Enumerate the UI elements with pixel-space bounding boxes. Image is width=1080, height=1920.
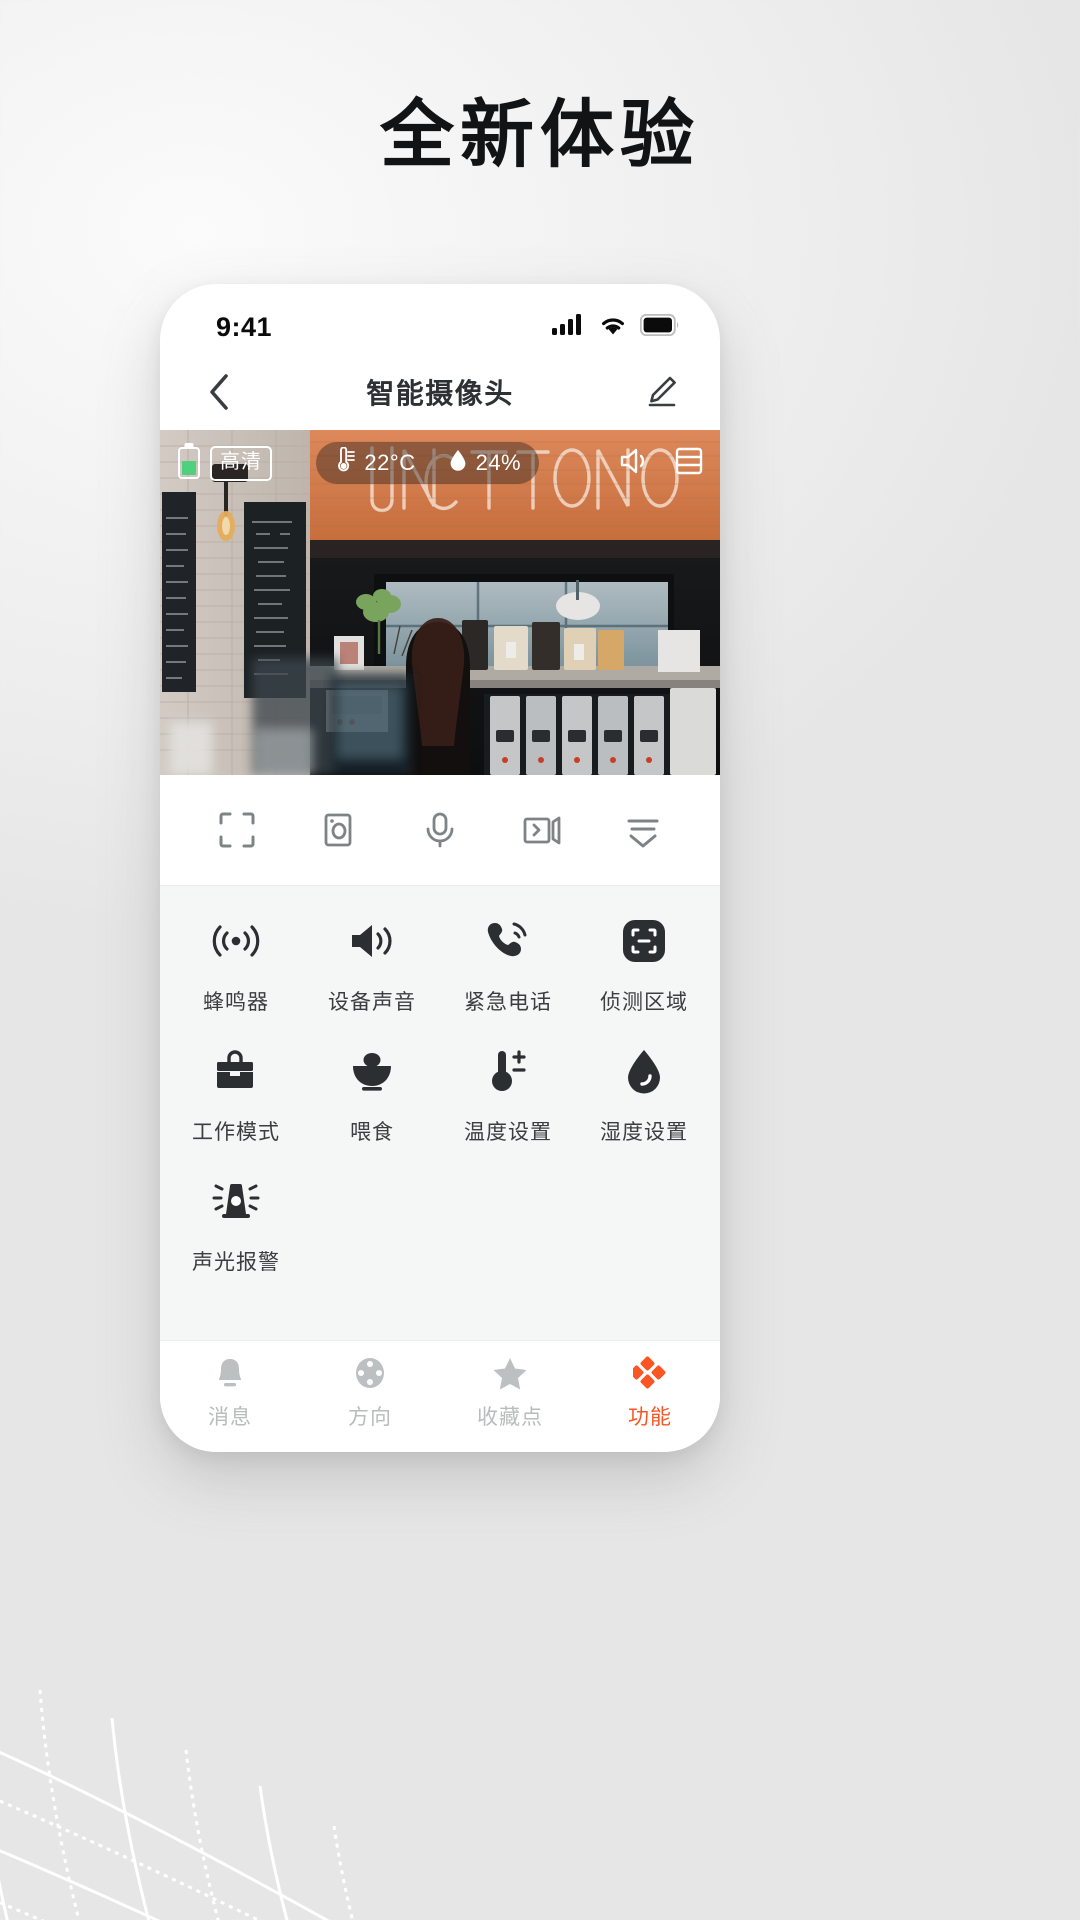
cellular-signal-icon bbox=[552, 313, 586, 342]
function-row: 蜂鸣器 设备声音 紧急电话 侦测区域 bbox=[168, 912, 712, 1016]
function-empty-slot bbox=[304, 1172, 440, 1276]
tab-direction[interactable]: 方向 bbox=[300, 1355, 440, 1431]
toolbox-work-mode-icon bbox=[212, 1042, 260, 1100]
list-view-icon[interactable] bbox=[674, 446, 704, 481]
function-empty-slot bbox=[440, 1172, 576, 1276]
tab-label: 消息 bbox=[208, 1406, 252, 1429]
function-label: 设备声音 bbox=[328, 991, 416, 1014]
function-label: 工作模式 bbox=[192, 1121, 280, 1144]
page-title: 全新体验 bbox=[380, 93, 700, 176]
live-video-feed[interactable]: 高清 22°C 24% bbox=[160, 430, 720, 775]
environment-readout: 22°C 24% bbox=[316, 442, 540, 484]
diamond-grid-icon bbox=[633, 1355, 667, 1391]
tab-messages[interactable]: 消息 bbox=[160, 1355, 300, 1431]
fullscreen-icon bbox=[219, 812, 255, 848]
tab-functions[interactable]: 功能 bbox=[580, 1355, 720, 1431]
video-overlay-bar: 高清 22°C 24% bbox=[160, 430, 720, 496]
collapse-button[interactable] bbox=[607, 794, 679, 866]
video-control-toolbar bbox=[160, 775, 720, 885]
function-label: 声光报警 bbox=[192, 1251, 280, 1274]
tab-label: 方向 bbox=[348, 1406, 392, 1429]
humidity-value: 24% bbox=[475, 450, 522, 475]
tab-label: 收藏点 bbox=[477, 1406, 543, 1429]
function-row: 声光报警 bbox=[168, 1172, 712, 1276]
fullscreen-button[interactable] bbox=[201, 794, 273, 866]
buzzer-waves-icon bbox=[210, 912, 262, 970]
detection-area-icon bbox=[621, 912, 667, 970]
humidity-drop-icon bbox=[623, 1042, 665, 1100]
battery-icon bbox=[639, 313, 680, 341]
status-time: 9:41 bbox=[216, 311, 273, 342]
quality-badge[interactable]: 高清 bbox=[210, 445, 272, 481]
water-drop-icon bbox=[448, 448, 468, 478]
function-label: 紧急电话 bbox=[464, 991, 552, 1014]
function-label: 湿度设置 bbox=[600, 1121, 688, 1144]
function-detection-area[interactable]: 侦测区域 bbox=[576, 912, 712, 1016]
function-buzzer[interactable]: 蜂鸣器 bbox=[168, 912, 304, 1016]
function-emergency-call[interactable]: 紧急电话 bbox=[440, 912, 576, 1016]
food-bowl-icon bbox=[349, 1042, 395, 1100]
battery-icon bbox=[178, 447, 200, 479]
thermometer-plus-minus-icon bbox=[484, 1042, 532, 1100]
microphone-icon bbox=[426, 812, 454, 848]
status-bar: 9:41 bbox=[160, 284, 720, 354]
function-humidity-setting[interactable]: 湿度设置 bbox=[576, 1042, 712, 1146]
pencil-edit-icon bbox=[648, 376, 676, 407]
nav-bar: 智能摄像头 bbox=[160, 354, 720, 430]
tab-label: 功能 bbox=[628, 1406, 672, 1429]
bell-icon bbox=[214, 1355, 246, 1391]
camera-snapshot-icon bbox=[324, 813, 352, 847]
function-label: 蜂鸣器 bbox=[203, 991, 269, 1014]
function-label: 侦测区域 bbox=[600, 991, 688, 1014]
tab-favorites[interactable]: 收藏点 bbox=[440, 1355, 580, 1431]
phone-call-icon bbox=[484, 912, 532, 970]
decorative-grid-pattern bbox=[0, 1650, 380, 1920]
function-sound-light-alarm[interactable]: 声光报警 bbox=[168, 1172, 304, 1276]
snapshot-button[interactable] bbox=[302, 794, 374, 866]
microphone-button[interactable] bbox=[404, 794, 476, 866]
edit-button[interactable] bbox=[632, 363, 690, 421]
speaker-volume-icon[interactable] bbox=[618, 446, 652, 481]
function-row: 工作模式 喂食 温度设置 湿度设置 bbox=[168, 1042, 712, 1146]
function-label: 喂食 bbox=[350, 1121, 394, 1144]
siren-alarm-icon bbox=[211, 1172, 261, 1230]
bottom-tab-bar: 消息 方向 收藏点 功能 bbox=[160, 1340, 720, 1452]
wifi-icon bbox=[598, 313, 628, 342]
speaker-loud-icon bbox=[347, 912, 397, 970]
back-button[interactable] bbox=[190, 363, 248, 421]
function-panel: 蜂鸣器 设备声音 紧急电话 侦测区域 工作模式 喂食 温度设置 湿度设置 声光报… bbox=[160, 885, 720, 1340]
function-work-mode[interactable]: 工作模式 bbox=[168, 1042, 304, 1146]
function-label: 温度设置 bbox=[464, 1121, 552, 1144]
phone-mockup: 9:41 智能摄像头 高清 22°C 24% 蜂鸣器 设备声音 紧急电话 侦测区… bbox=[160, 284, 720, 1452]
function-feeding[interactable]: 喂食 bbox=[304, 1042, 440, 1146]
star-icon bbox=[492, 1355, 528, 1391]
function-device-sound[interactable]: 设备声音 bbox=[304, 912, 440, 1016]
video-record-icon bbox=[523, 816, 560, 845]
dpad-direction-icon bbox=[353, 1355, 387, 1391]
function-temperature-setting[interactable]: 温度设置 bbox=[440, 1042, 576, 1146]
record-button[interactable] bbox=[506, 794, 578, 866]
nav-title: 智能摄像头 bbox=[366, 378, 514, 409]
collapse-chevron-icon bbox=[627, 819, 659, 848]
temperature-value: 22°C bbox=[364, 450, 416, 475]
function-empty-slot bbox=[576, 1172, 712, 1276]
chevron-left-icon bbox=[210, 374, 228, 410]
thermometer-icon bbox=[334, 446, 356, 479]
